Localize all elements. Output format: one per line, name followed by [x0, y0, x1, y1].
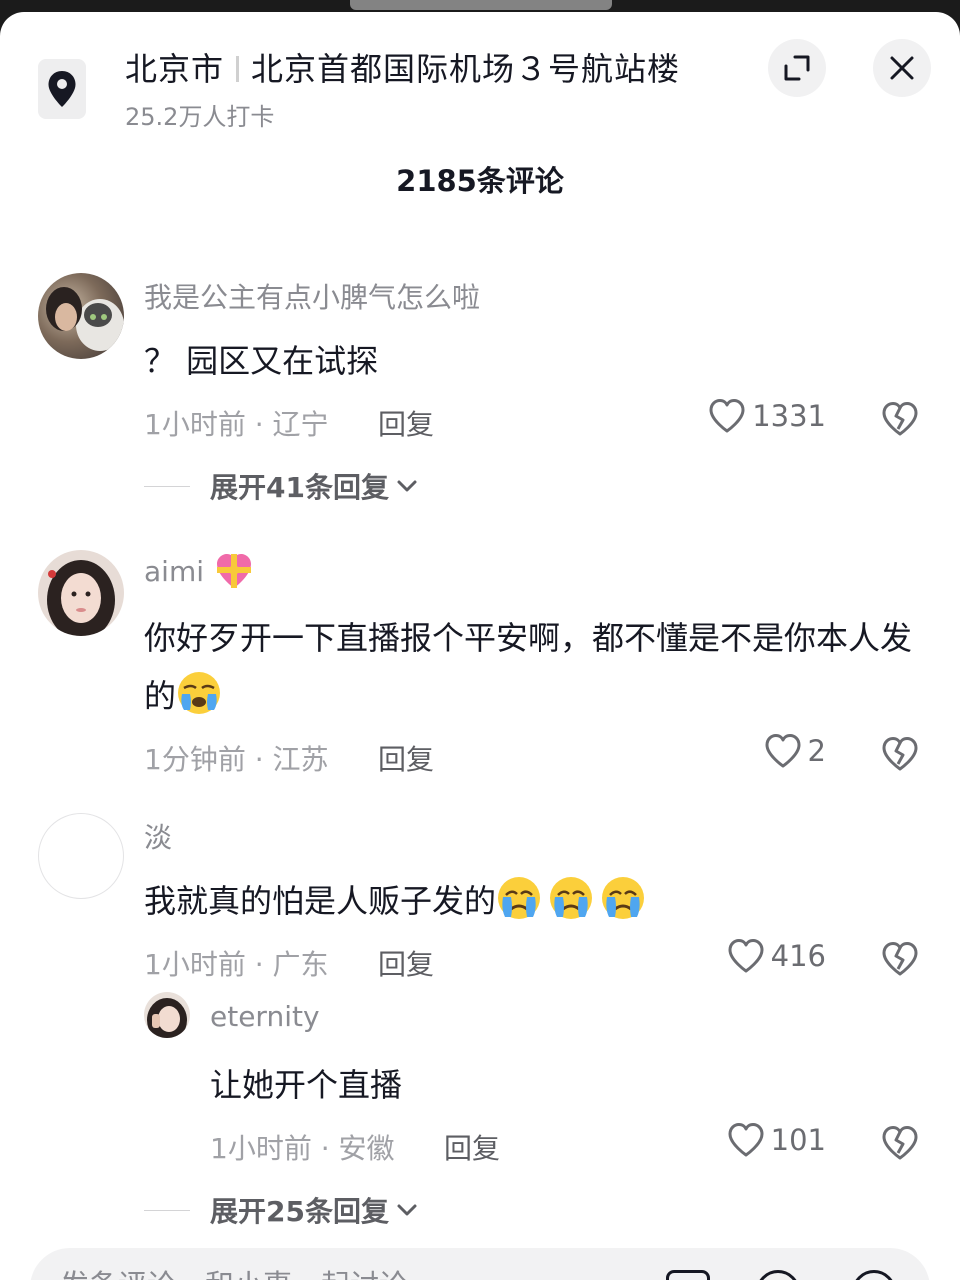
like-count: 2	[807, 734, 826, 768]
chevron-down-icon	[397, 1204, 417, 1216]
reply-username[interactable]: eternity	[210, 1000, 320, 1033]
dislike-icon[interactable]	[881, 941, 919, 977]
image-icon[interactable]	[666, 1270, 710, 1280]
comment-username[interactable]: 我是公主有点小脾气怎么啦	[144, 276, 480, 316]
comment-input-placeholder: 发条评论，和小事一起讨论	[60, 1262, 408, 1280]
avatar-photo	[47, 560, 115, 636]
dislike-icon[interactable]	[881, 736, 919, 772]
avatar[interactable]	[38, 273, 124, 359]
reply-button[interactable]: 回复	[378, 738, 434, 778]
like-button[interactable]: 2	[764, 733, 826, 769]
emoji-icon[interactable]	[852, 1270, 896, 1280]
expand-divider	[144, 1209, 190, 1211]
reply-avatar[interactable]	[144, 992, 190, 1038]
close-icon	[890, 56, 914, 80]
close-button[interactable]	[873, 39, 931, 97]
comment-text: 我就真的怕是人贩子发的	[144, 872, 924, 930]
crying-face-emoji-icon	[178, 672, 221, 714]
comment-text: ？ 园区又在试探	[144, 342, 379, 380]
comment-sheet: 北京市 北京首都国际机场３号航站楼 25.2万人打卡 2185条评论 我是公主有点…	[0, 12, 960, 1280]
like-count: 101	[770, 1123, 826, 1157]
chevron-down-icon	[397, 480, 417, 492]
comment-username[interactable]: aimi	[144, 555, 204, 588]
like-count: 416	[770, 939, 826, 973]
comment-count: 2185条评论	[396, 164, 564, 198]
expand-replies-label: 展开41条回复	[210, 471, 389, 504]
dislike-icon[interactable]	[881, 401, 919, 437]
location-city: 北京市	[125, 50, 225, 88]
dislike-icon[interactable]	[881, 1125, 919, 1161]
crying-face-emoji-icon	[498, 877, 541, 919]
heart-icon	[709, 399, 745, 433]
checkin-count: 25.2万人打卡	[125, 103, 275, 131]
like-button[interactable]: 1331	[708, 398, 826, 434]
video-peek	[350, 0, 612, 10]
expand-replies-label: 展开25条回复	[210, 1195, 389, 1228]
reply-text: 让她开个直播	[210, 1066, 403, 1104]
crying-face-emoji-icon	[602, 877, 645, 919]
location-pin-icon	[48, 71, 76, 107]
like-button[interactable]: 416	[727, 938, 826, 974]
expand-icon	[784, 55, 810, 81]
location-pin-box[interactable]	[38, 59, 86, 119]
at-mention-icon[interactable]	[756, 1270, 800, 1280]
heart-gift-emoji-icon	[217, 554, 251, 588]
reply-button[interactable]: 回复	[378, 403, 434, 443]
like-button[interactable]: 101	[727, 1122, 826, 1158]
expand-replies-button[interactable]: 展开41条回复	[144, 466, 419, 506]
crying-face-emoji-icon	[550, 877, 593, 919]
heart-icon	[728, 939, 764, 973]
avatar[interactable]	[38, 550, 124, 636]
expand-divider	[144, 485, 190, 487]
reply-button[interactable]: 回复	[444, 1127, 500, 1167]
comment-time-location: 1分钟前 · 江苏	[144, 743, 329, 776]
location-place: 北京首都国际机场３号航站楼	[251, 50, 681, 88]
reply-avatar-photo	[147, 998, 187, 1038]
comment-text-body: 我就真的怕是人贩子发的	[144, 882, 497, 920]
comment-username-row: aimi	[144, 552, 254, 590]
like-count: 1331	[752, 399, 826, 433]
comment-text: 你好歹开一下直播报个平安啊，都不懂是不是你本人发的	[144, 609, 924, 725]
comment-time-location: 1小时前 · 辽宁	[144, 408, 329, 441]
title-divider	[236, 56, 240, 82]
reply-button[interactable]: 回复	[378, 943, 434, 983]
comment-text-body: 你好歹开一下直播报个平安啊，都不懂是不是你本人发的	[144, 619, 913, 715]
reply-time-location: 1小时前 · 安徽	[210, 1132, 395, 1165]
heart-icon	[765, 734, 801, 768]
comment-time-location: 1小时前 · 广东	[144, 948, 329, 981]
comment-input-bar[interactable]: 发条评论，和小事一起讨论	[30, 1248, 930, 1280]
avatar-photo	[46, 287, 124, 351]
heart-icon	[728, 1123, 764, 1157]
expand-button[interactable]	[768, 39, 826, 97]
location-title[interactable]: 北京市 北京首都国际机场３号航站楼	[125, 44, 680, 90]
comment-username[interactable]: 淡	[144, 816, 172, 856]
avatar[interactable]	[38, 813, 124, 899]
expand-replies-button[interactable]: 展开25条回复	[144, 1190, 419, 1230]
